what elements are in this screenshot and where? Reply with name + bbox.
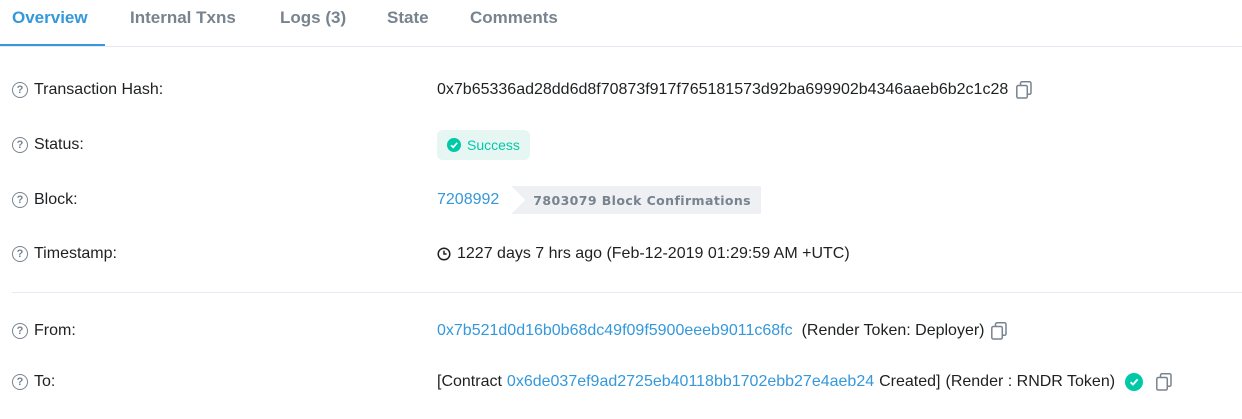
value-from: 0x7b521d0d16b0b68dc49f09f5900eeeb9011c68… xyxy=(437,311,1007,351)
question-icon[interactable]: ? xyxy=(12,137,28,153)
value-transaction-hash: 0x7b65336ad28dd6d8f70873f917f765181573d9… xyxy=(437,70,1032,110)
block-confirmations-badge: 7803079 Block Confirmations xyxy=(511,186,761,214)
tab-internal-txns[interactable]: Internal Txns xyxy=(130,8,236,28)
question-icon[interactable]: ? xyxy=(12,192,28,208)
value-block: 7208992 7803079 Block Confirmations xyxy=(437,180,761,220)
value-timestamp: 1227 days 7 hrs ago (Feb-12-2019 01:29:5… xyxy=(437,234,850,274)
row-status: ? Status: Success xyxy=(0,125,1242,165)
status-badge: Success xyxy=(437,130,530,160)
label-text: Block: xyxy=(34,191,78,208)
question-icon[interactable]: ? xyxy=(12,374,28,390)
to-name-tag: (Render : RNDR Token) xyxy=(945,373,1116,390)
label-from: ? From: xyxy=(12,311,76,351)
label-transaction-hash: ? Transaction Hash: xyxy=(12,70,163,110)
contract-address-link[interactable]: 0x6de037ef9ad2725eb40118bb1702ebb27e4aeb… xyxy=(507,373,874,391)
label-text: Status: xyxy=(34,136,84,153)
label-text: Timestamp: xyxy=(34,245,117,262)
value-status: Success xyxy=(437,125,530,165)
question-icon[interactable]: ? xyxy=(12,82,28,98)
tab-logs[interactable]: Logs (3) xyxy=(280,8,346,28)
row-transaction-hash: ? Transaction Hash: 0x7b65336ad28dd6d8f7… xyxy=(0,70,1242,110)
label-timestamp: ? Timestamp: xyxy=(12,234,117,274)
check-circle-icon xyxy=(1125,373,1144,391)
copy-icon[interactable] xyxy=(990,322,1007,340)
section-divider xyxy=(12,292,1242,293)
question-icon[interactable]: ? xyxy=(12,323,28,339)
tab-comments[interactable]: Comments xyxy=(470,8,558,28)
label-text: From: xyxy=(34,322,76,339)
from-name-tag: (Render Token: Deployer) xyxy=(801,322,985,339)
row-to: ? To: [Contract 0x6de037ef9ad2725eb40118… xyxy=(0,362,1242,402)
to-prefix: [Contract xyxy=(437,373,502,390)
from-address-link[interactable]: 0x7b521d0d16b0b68dc49f09f5900eeeb9011c68… xyxy=(437,322,793,340)
row-from: ? From: 0x7b521d0d16b0b68dc49f09f5900eee… xyxy=(0,311,1242,351)
value-to: [Contract 0x6de037ef9ad2725eb40118bb1702… xyxy=(437,362,1172,402)
label-text: To: xyxy=(34,373,56,390)
copy-icon[interactable] xyxy=(1016,81,1032,99)
label-to: ? To: xyxy=(12,362,55,402)
tab-state[interactable]: State xyxy=(387,8,429,28)
transaction-hash: 0x7b65336ad28dd6d8f70873f917f765181573d9… xyxy=(437,81,1009,98)
active-tab-indicator xyxy=(0,44,105,46)
status-text: Success xyxy=(467,137,520,153)
tab-overview[interactable]: Overview xyxy=(12,8,88,28)
tab-bar: Overview Internal Txns Logs (3) State Co… xyxy=(0,0,1242,47)
copy-icon[interactable] xyxy=(1156,373,1172,391)
block-number-link[interactable]: 7208992 xyxy=(437,191,499,209)
row-block: ? Block: 7208992 7803079 Block Confirmat… xyxy=(0,180,1242,220)
check-circle-icon xyxy=(447,138,461,152)
to-suffix: Created] xyxy=(879,373,941,390)
row-timestamp: ? Timestamp: 1227 days 7 hrs ago (Feb-12… xyxy=(0,234,1242,274)
question-icon[interactable]: ? xyxy=(12,246,28,262)
clock-icon xyxy=(437,247,451,261)
timestamp-text: 1227 days 7 hrs ago (Feb-12-2019 01:29:5… xyxy=(457,245,850,262)
label-text: Transaction Hash: xyxy=(34,81,164,98)
label-status: ? Status: xyxy=(12,125,84,165)
label-block: ? Block: xyxy=(12,180,78,220)
